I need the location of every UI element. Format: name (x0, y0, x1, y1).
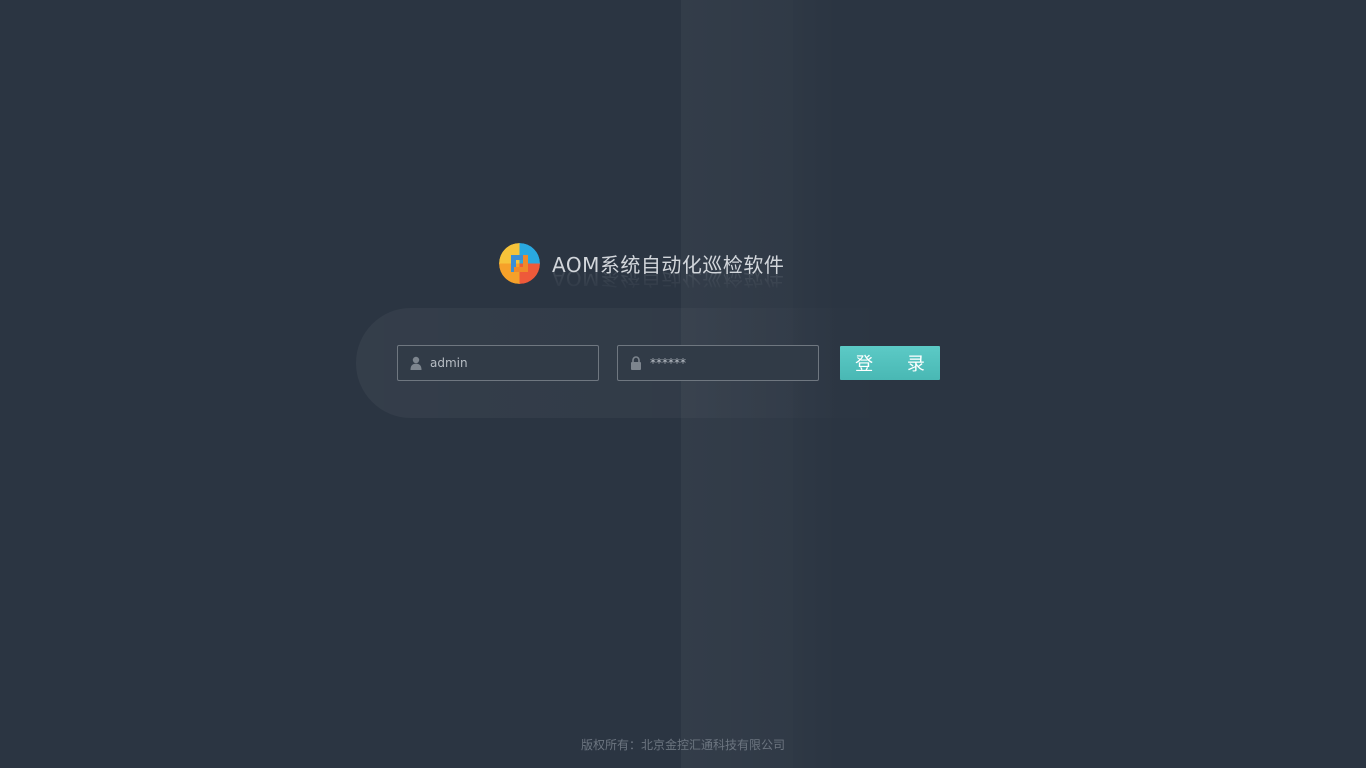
login-button[interactable]: 登 录 (840, 346, 940, 380)
username-field[interactable] (397, 345, 599, 381)
user-icon (409, 355, 423, 371)
app-title-reflection: AOM系统自动化巡检软件 (552, 272, 785, 290)
password-field[interactable] (617, 345, 819, 381)
lock-icon (629, 355, 643, 371)
aom-logo-icon (499, 242, 540, 284)
password-input[interactable] (650, 348, 800, 378)
username-input[interactable] (430, 348, 580, 378)
copyright-footer: 版权所有：北京金控汇通科技有限公司 (580, 738, 785, 752)
login-page: AOM系统自动化巡检软件 AOM系统自动化巡检软件 登 录 版权所有：北京金控汇… (0, 0, 1366, 768)
